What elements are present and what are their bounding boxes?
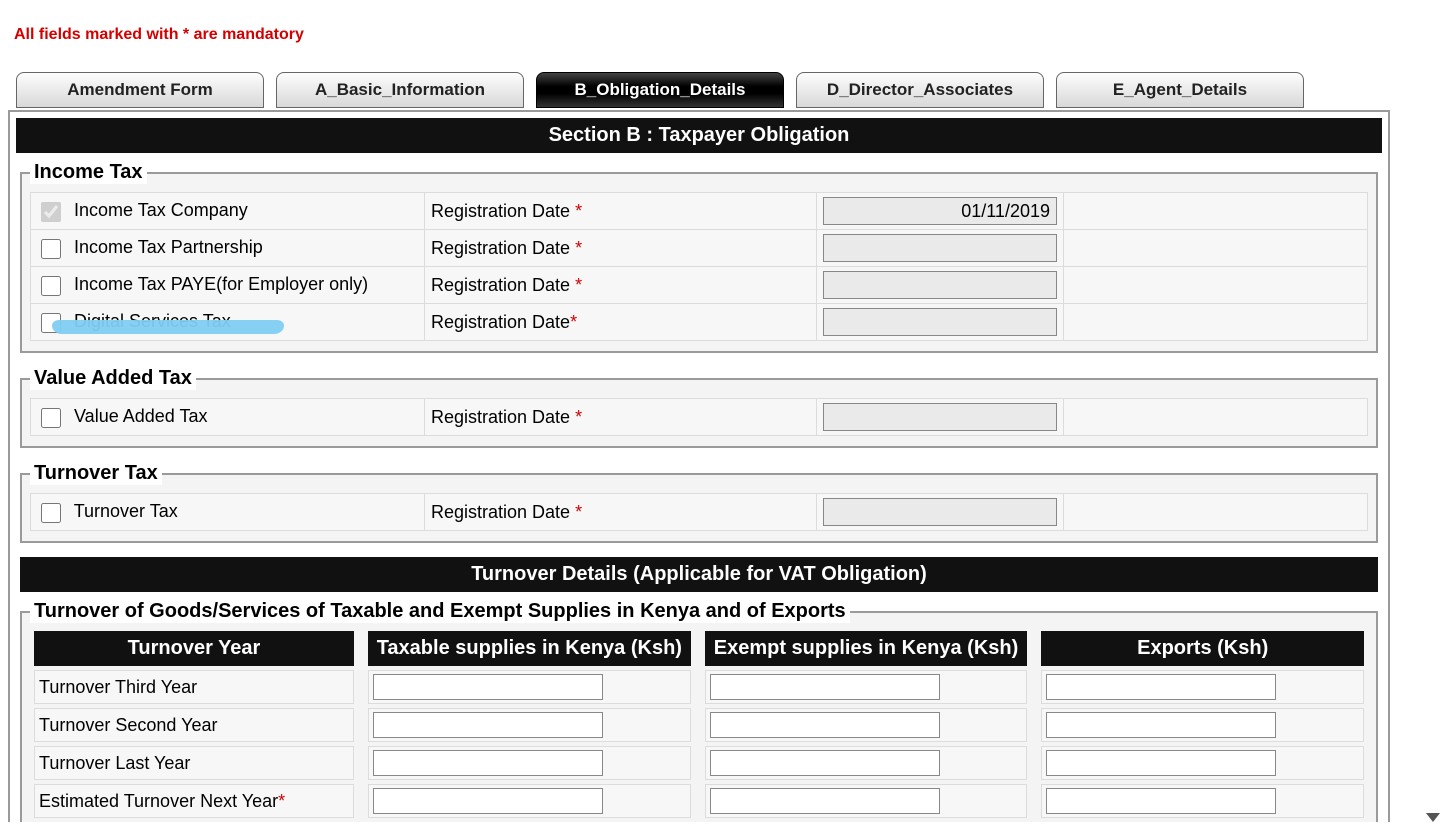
turnover-details-header: Turnover Details (Applicable for VAT Obl… <box>20 557 1378 592</box>
asterisk-icon: * <box>575 407 582 427</box>
income-tax-paye-checkbox[interactable] <box>41 276 61 296</box>
income-tax-legend: Income Tax <box>30 161 147 184</box>
annotation-highlight-icon <box>52 320 284 334</box>
turnover-tax-group: Turnover Tax Turnover Tax Registration D… <box>20 462 1378 543</box>
turnover-year-label: Turnover Last Year <box>39 753 190 774</box>
asterisk-icon: * <box>575 502 582 522</box>
turnover-tax-reg-input[interactable] <box>823 498 1057 526</box>
income-tax-paye-label: Income Tax PAYE(for Employer only) <box>74 274 368 294</box>
turnover-next-exports-input[interactable] <box>1046 788 1276 814</box>
mandatory-notice: All fields marked with * are mandatory <box>0 0 1398 72</box>
income-tax-partnership-reg-input[interactable] <box>823 234 1057 262</box>
tab-agent-details[interactable]: E_Agent_Details <box>1056 72 1304 108</box>
vat-checkbox[interactable] <box>41 408 61 428</box>
turnover-details-legend: Turnover of Goods/Services of Taxable an… <box>30 600 850 623</box>
vat-reg-label: Registration Date <box>431 407 575 427</box>
income-tax-partnership-reg-label: Registration Date <box>431 238 575 258</box>
asterisk-icon: * <box>575 275 582 295</box>
income-tax-paye-reg-label: Registration Date <box>431 275 575 295</box>
asterisk-icon: * <box>570 312 577 332</box>
digital-services-tax-reg-label: Registration Date <box>431 312 570 332</box>
turnover-second-exports-input[interactable] <box>1046 712 1276 738</box>
turnover-tax-reg-label: Registration Date <box>431 502 575 522</box>
income-tax-partnership-checkbox[interactable] <box>41 239 61 259</box>
tab-basic-information[interactable]: A_Basic_Information <box>276 72 524 108</box>
turnover-details-group: Turnover of Goods/Services of Taxable an… <box>20 600 1378 822</box>
income-tax-partnership-label: Income Tax Partnership <box>74 237 263 257</box>
turnover-tax-label: Turnover Tax <box>74 501 178 521</box>
scroll-down-icon[interactable] <box>1426 813 1440 822</box>
income-tax-company-reg-input[interactable] <box>823 197 1057 225</box>
turnover-year-label: Estimated Turnover Next Year <box>39 791 278 812</box>
turnover-third-exports-input[interactable] <box>1046 674 1276 700</box>
tab-obligation-details[interactable]: B_Obligation_Details <box>536 72 784 108</box>
income-tax-company-label: Income Tax Company <box>74 200 248 220</box>
vat-group: Value Added Tax Value Added Tax Registra… <box>20 367 1378 448</box>
turnover-col-exports: Exports (Ksh) <box>1041 631 1364 666</box>
asterisk-icon: * <box>278 791 285 812</box>
turnover-next-exempt-input[interactable] <box>710 788 940 814</box>
turnover-year-label: Turnover Third Year <box>39 677 197 698</box>
table-row: Turnover Third Year <box>34 670 1364 704</box>
tab-amendment-form[interactable]: Amendment Form <box>16 72 264 108</box>
asterisk-icon: * <box>575 201 582 221</box>
table-row: Estimated Turnover Next Year* <box>34 784 1364 818</box>
turnover-third-exempt-input[interactable] <box>710 674 940 700</box>
vat-label: Value Added Tax <box>74 406 207 426</box>
turnover-next-taxable-input[interactable] <box>373 788 603 814</box>
asterisk-icon: * <box>575 238 582 258</box>
turnover-third-taxable-input[interactable] <box>373 674 603 700</box>
table-row: Turnover Second Year <box>34 708 1364 742</box>
turnover-last-exempt-input[interactable] <box>710 750 940 776</box>
turnover-tax-checkbox[interactable] <box>41 503 61 523</box>
turnover-col-year: Turnover Year <box>34 631 354 666</box>
vat-reg-input[interactable] <box>823 403 1057 431</box>
turnover-year-label: Turnover Second Year <box>39 715 217 736</box>
section-b-frame: Section B : Taxpayer Obligation Income T… <box>8 110 1390 822</box>
vat-legend: Value Added Tax <box>30 367 196 390</box>
digital-services-tax-reg-input[interactable] <box>823 308 1057 336</box>
section-b-header: Section B : Taxpayer Obligation <box>16 118 1382 153</box>
income-tax-group: Income Tax Income Tax Company Registrati… <box>20 161 1378 353</box>
table-row: Turnover Last Year <box>34 746 1364 780</box>
turnover-col-exempt: Exempt supplies in Kenya (Ksh) <box>705 631 1028 666</box>
tab-bar: Amendment Form A_Basic_Information B_Obl… <box>0 72 1398 108</box>
turnover-second-taxable-input[interactable] <box>373 712 603 738</box>
turnover-tax-legend: Turnover Tax <box>30 462 162 485</box>
income-tax-paye-reg-input[interactable] <box>823 271 1057 299</box>
turnover-col-taxable: Taxable supplies in Kenya (Ksh) <box>368 631 691 666</box>
income-tax-company-checkbox <box>41 202 61 222</box>
income-tax-company-reg-label: Registration Date <box>431 201 575 221</box>
turnover-table-header: Turnover Year Taxable supplies in Kenya … <box>34 631 1364 666</box>
turnover-last-taxable-input[interactable] <box>373 750 603 776</box>
turnover-second-exempt-input[interactable] <box>710 712 940 738</box>
tab-director-associates[interactable]: D_Director_Associates <box>796 72 1044 108</box>
turnover-last-exports-input[interactable] <box>1046 750 1276 776</box>
